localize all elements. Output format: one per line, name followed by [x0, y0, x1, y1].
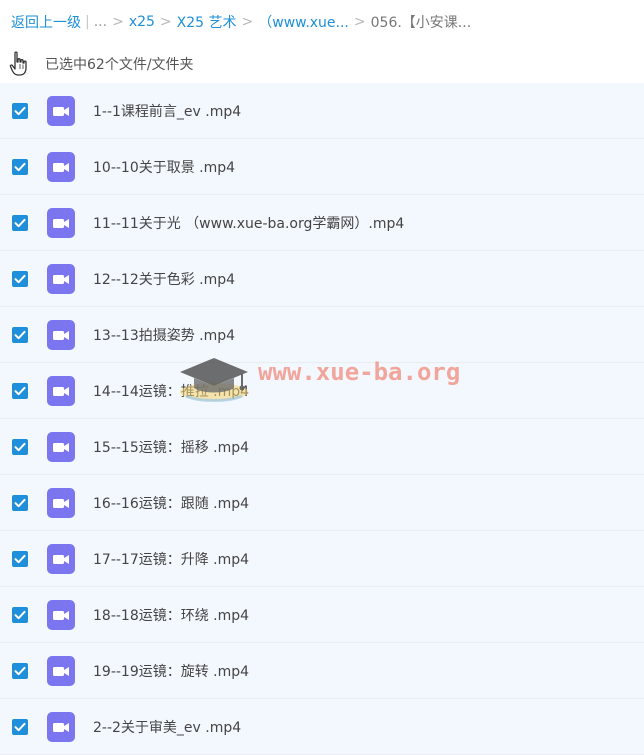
file-row[interactable]: 1--1课程前言_ev .mp4 [0, 83, 644, 139]
file-name[interactable]: 16--16运镜：跟随 .mp4 [93, 493, 249, 513]
row-checkbox[interactable] [12, 215, 28, 231]
back-link[interactable]: 返回上一级 [11, 12, 81, 32]
video-file-icon [47, 264, 75, 294]
video-file-icon [47, 488, 75, 518]
file-name[interactable]: 10--10关于取景 .mp4 [93, 157, 235, 177]
chevron-right-icon: > [112, 14, 124, 30]
file-row[interactable]: 11--11关于光 （www.xue-ba.org学霸网）.mp4 [0, 195, 644, 251]
row-checkbox[interactable] [12, 383, 28, 399]
hand-pointer-icon [9, 51, 29, 77]
row-checkbox[interactable] [12, 663, 28, 679]
row-checkbox[interactable] [12, 607, 28, 623]
file-name[interactable]: 17--17运镜：升降 .mp4 [93, 549, 249, 569]
file-row[interactable]: 10--10关于取景 .mp4 [0, 139, 644, 195]
file-name[interactable]: 12--12关于色彩 .mp4 [93, 269, 235, 289]
video-file-icon [47, 656, 75, 686]
file-row[interactable]: 2--2关于审美_ev .mp4 [0, 699, 644, 755]
selection-bar: 已选中62个文件/文件夹 [0, 44, 644, 82]
file-list: 1--1课程前言_ev .mp4 10--10关于取景 .mp4 11--11关… [0, 83, 644, 755]
video-file-icon [47, 600, 75, 630]
file-row[interactable]: 17--17运镜：升降 .mp4 [0, 531, 644, 587]
file-name[interactable]: 19--19运镜：旋转 .mp4 [93, 661, 249, 681]
file-name[interactable]: 14--14运镜：推拉 .mp4 [93, 381, 249, 401]
file-name[interactable]: 18--18运镜：环绕 .mp4 [93, 605, 249, 625]
row-checkbox[interactable] [12, 439, 28, 455]
breadcrumb-item-art[interactable]: X25 艺术 [177, 12, 237, 32]
file-row[interactable]: 12--12关于色彩 .mp4 [0, 251, 644, 307]
video-file-icon [47, 208, 75, 238]
breadcrumb-current: 056.【小安课... [370, 15, 472, 31]
row-checkbox[interactable] [12, 495, 28, 511]
video-file-icon [47, 544, 75, 574]
breadcrumb-item-x25[interactable]: x25 [129, 14, 155, 30]
breadcrumb-divider: | [85, 14, 90, 30]
breadcrumb: 返回上一级 | ... > x25 > X25 艺术 > （www.xue...… [0, 0, 644, 44]
chevron-right-icon: > [241, 14, 254, 30]
file-row[interactable]: 15--15运镜：摇移 .mp4 [0, 419, 644, 475]
breadcrumb-ellipsis[interactable]: ... [94, 14, 107, 30]
row-checkbox[interactable] [12, 327, 28, 343]
file-row[interactable]: 13--13拍摄姿势 .mp4 [0, 307, 644, 363]
video-file-icon [47, 376, 75, 406]
file-name[interactable]: 2--2关于审美_ev .mp4 [93, 717, 241, 737]
file-row[interactable]: 18--18运镜：环绕 .mp4 [0, 587, 644, 643]
chevron-right-icon: > [159, 14, 172, 30]
chevron-right-icon: > [353, 14, 366, 30]
breadcrumb-item-xueba[interactable]: （www.xue... [258, 12, 349, 32]
file-name[interactable]: 1--1课程前言_ev .mp4 [93, 101, 241, 121]
file-row[interactable]: 19--19运镜：旋转 .mp4 [0, 643, 644, 699]
file-row[interactable]: 16--16运镜：跟随 .mp4 [0, 475, 644, 531]
selection-count: 已选中62个文件/文件夹 [45, 57, 194, 73]
row-checkbox[interactable] [12, 271, 28, 287]
row-checkbox[interactable] [12, 719, 28, 735]
row-checkbox[interactable] [12, 103, 28, 119]
file-row[interactable]: 14--14运镜：推拉 .mp4 [0, 363, 644, 419]
file-name[interactable]: 15--15运镜：摇移 .mp4 [93, 437, 249, 457]
row-checkbox[interactable] [12, 551, 28, 567]
video-file-icon [47, 712, 75, 742]
video-file-icon [47, 152, 75, 182]
row-checkbox[interactable] [12, 159, 28, 175]
file-name[interactable]: 13--13拍摄姿势 .mp4 [93, 325, 235, 345]
file-name[interactable]: 11--11关于光 （www.xue-ba.org学霸网）.mp4 [93, 213, 404, 233]
video-file-icon [47, 432, 75, 462]
video-file-icon [47, 96, 75, 126]
video-file-icon [47, 320, 75, 350]
